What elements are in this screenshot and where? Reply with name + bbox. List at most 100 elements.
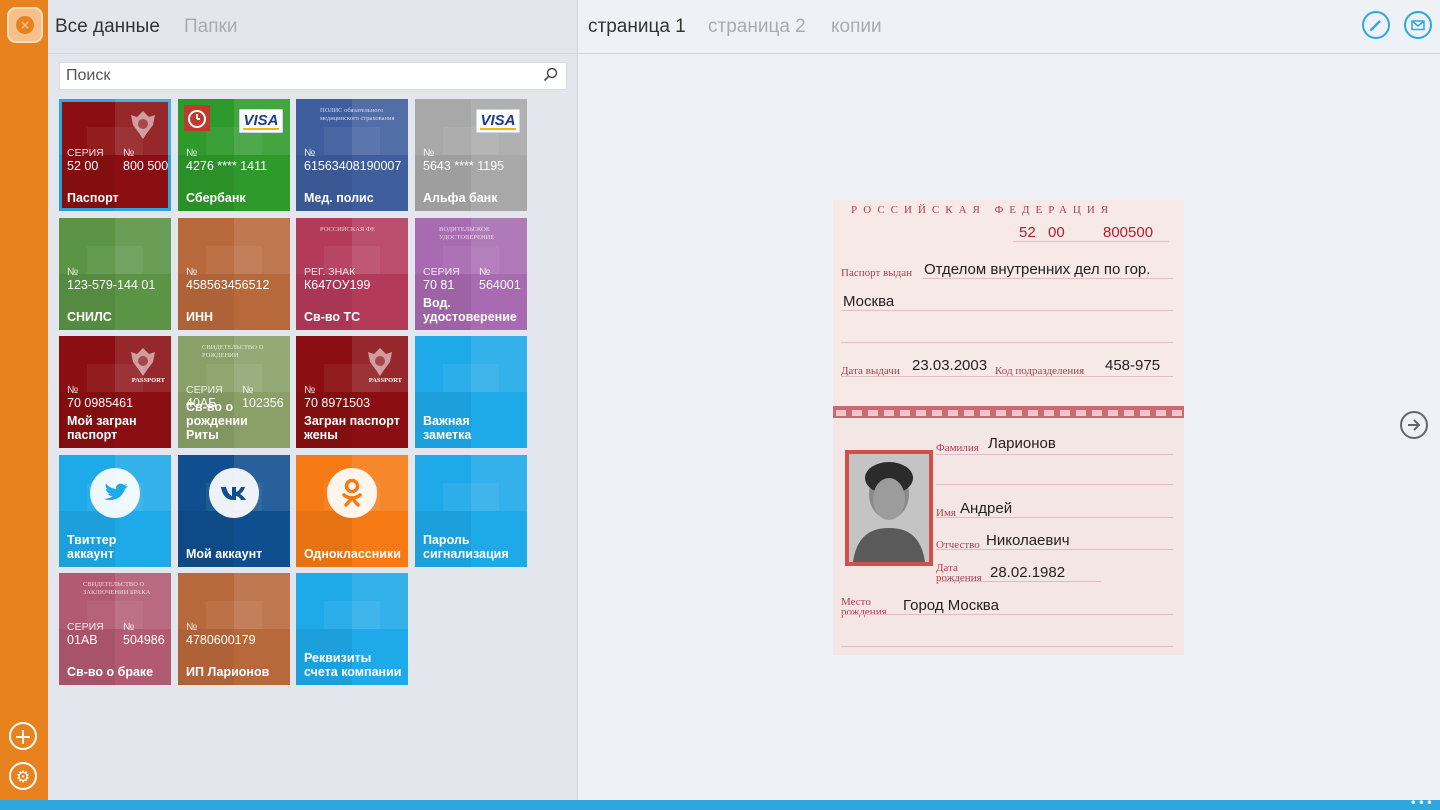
field-1-label: № (186, 147, 198, 159)
tile-16[interactable]: СВИДЕТЕЛЬСТВО О ЗАКЛЮЧЕНИИ БРАКА СЕРИЯ 01А… (59, 573, 171, 685)
passport-label: PASSPORT (368, 377, 402, 384)
fold-stitch (916, 410, 926, 416)
tile-title: Св-во о рождении Риты (186, 400, 248, 442)
tile-title: Вод. удостоверение (423, 296, 517, 324)
app-bar[interactable]: ••• (0, 796, 1440, 810)
tile-15[interactable]: Пароль сигнализация (415, 455, 527, 567)
passport-number: 800500 (1103, 224, 1154, 241)
settings-button[interactable]: ⚙ (9, 762, 37, 790)
person-photo-icon (849, 454, 929, 562)
tile-title: Одноклассники (304, 547, 401, 561)
pencil-icon (1370, 20, 1381, 31)
field-1-value: К647ОУ199 (304, 278, 371, 292)
close-icon: × (16, 16, 34, 34)
tile-4[interactable]: № 123-579-144 01 СНИЛС (59, 218, 171, 330)
tile-title: ИНН (186, 310, 214, 324)
tab-copies[interactable]: копии (831, 16, 882, 38)
field-1-label: СЕРИЯ (423, 266, 460, 278)
tile-title: Паспорт (67, 191, 119, 205)
fold-stitch (1156, 410, 1166, 416)
envelope-icon (1411, 20, 1425, 31)
card-caption: ПОЛИС обязательного медицинского страхов… (320, 107, 395, 122)
field-2-value: 504986 (123, 633, 165, 647)
search-icon[interactable] (542, 66, 560, 84)
tile-0[interactable]: СЕРИЯ 52 00 № 800 500 Паспорт (59, 99, 171, 211)
gear-icon: ⚙ (15, 767, 31, 786)
rule (936, 484, 1173, 485)
tile-title: Реквизиты счета компании (304, 651, 402, 679)
issued-by-line-2: Москва (843, 293, 895, 310)
field-1-value: 123-579-144 01 (67, 278, 156, 292)
rule (841, 342, 1173, 343)
tile-title: Мед. полис (304, 191, 374, 205)
tile-17[interactable]: № 4780600179 ИП Ларионов (178, 573, 290, 685)
tile-9[interactable]: СВИДЕТЕЛЬСТВО О РОЖДЕНИИ СЕРИЯ 40АБ № 102356… (178, 336, 290, 448)
panel-divider (577, 0, 578, 800)
fold-stitch (1124, 410, 1134, 416)
tile-10[interactable]: PASSPORT № 70 8971503 Загран паспорт жены (296, 336, 408, 448)
plus-icon: + (13, 725, 33, 750)
tile-6[interactable]: РОССИЙСКАЯ ФЕ РЕГ. ЗНАК К647ОУ199 Св-во ТС (296, 218, 408, 330)
fold-stitch (1044, 410, 1054, 416)
edit-button[interactable] (1362, 11, 1390, 39)
next-page-button[interactable] (1400, 411, 1428, 439)
tile-3[interactable]: VISA № 5643 **** 1195 Альфа банк (415, 99, 527, 211)
items-panel: Все данные Папки Поиск СЕРИЯ 52 00 № 800 50… (48, 0, 578, 800)
tab-all-data[interactable]: Все данные (55, 16, 160, 38)
tile-13[interactable]: Мой аккаунт (178, 455, 290, 567)
card-caption: СВИДЕТЕЛЬСТВО О РОЖДЕНИИ (202, 344, 264, 359)
email-button[interactable] (1404, 11, 1432, 39)
rule (923, 278, 1173, 279)
tab-page-1[interactable]: страница 1 (588, 16, 686, 38)
tile-title: Сбербанк (186, 191, 246, 205)
fold-stitch (852, 410, 862, 416)
tile-1[interactable]: VISA № 4276 **** 1411 Сбербанк (178, 99, 290, 211)
coat-of-arms-icon (131, 111, 155, 139)
issue-date: 23.03.2003 (912, 357, 988, 374)
field-1-value: 4780600179 (186, 633, 256, 647)
dept-code: 458-975 (1105, 357, 1161, 374)
tab-page-2[interactable]: страница 2 (708, 16, 806, 38)
odnoklassniki-icon (327, 468, 377, 518)
rule (841, 310, 1173, 311)
more-icon[interactable]: ••• (1410, 796, 1434, 810)
tile-14[interactable]: Одноклассники (296, 455, 408, 567)
tile-18[interactable]: Реквизиты счета компании (296, 573, 408, 685)
tile-title: Мой аккаунт (186, 547, 263, 561)
app-logo-button[interactable]: × (7, 7, 43, 43)
arrow-right-icon (1408, 419, 1421, 431)
surname-label: Фамилия (936, 442, 979, 454)
birth-place-label-2: рождения (841, 606, 887, 618)
field-2-label: № (479, 266, 491, 278)
card-caption: ВОДИТЕЛЬСКОЕ УДОСТОВЕРЕНИЕ (439, 226, 495, 241)
search-input[interactable]: Поиск (59, 62, 567, 90)
field-1-label: № (304, 384, 316, 396)
passport-series-a: 52 (1019, 224, 1036, 241)
coat-of-arms-icon (131, 348, 155, 376)
fold-stitch (1092, 410, 1102, 416)
patronymic: Николаевич (986, 532, 1070, 549)
tile-11[interactable]: Важная заметка (415, 336, 527, 448)
tab-folders[interactable]: Папки (184, 16, 237, 38)
fold-stitch (996, 410, 1006, 416)
passport-image: РОССИЙСКАЯ ФЕДЕРАЦИЯ 52 00 800500 Паспор… (833, 200, 1184, 655)
twitter-icon (90, 468, 140, 518)
fold-stitch (868, 410, 878, 416)
rule (1013, 241, 1169, 242)
field-1-value: 458563456512 (186, 278, 270, 292)
field-1-label: № (423, 147, 435, 159)
tile-5[interactable]: № 458563456512 ИНН (178, 218, 290, 330)
tile-title: Альфа банк (423, 191, 498, 205)
fold-stitch (932, 410, 942, 416)
birth-date-label-2: рождения (936, 572, 982, 584)
tile-2[interactable]: ПОЛИС обязательного медицинского страхов… (296, 99, 408, 211)
tile-12[interactable]: Твиттер аккаунт (59, 455, 171, 567)
field-1-value: 70 0985461 (67, 396, 134, 410)
add-button[interactable]: + (9, 722, 37, 750)
tile-8[interactable]: PASSPORT № 70 0985461 Мой загран паспорт (59, 336, 171, 448)
fold-stitch (1076, 410, 1086, 416)
alarm-clock-icon (184, 105, 210, 131)
fold-stitch (836, 410, 846, 416)
field-2-label: № (242, 384, 254, 396)
tile-7[interactable]: ВОДИТЕЛЬСКОЕ УДОСТОВЕРЕНИЕ СЕРИЯ 70 81 № 564… (415, 218, 527, 330)
